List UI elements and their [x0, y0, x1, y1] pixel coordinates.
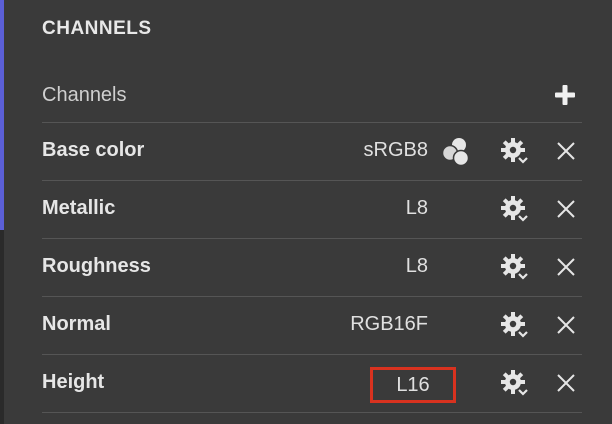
- add-channel-button[interactable]: [550, 80, 580, 110]
- channels-header: Channels: [42, 78, 582, 122]
- channel-format-dropdown[interactable]: L8: [406, 197, 428, 220]
- channel-name: Metallic: [42, 197, 116, 219]
- channel-row-roughness: Roughness L8: [42, 238, 582, 296]
- channel-format-dropdown[interactable]: RGB16F: [350, 313, 428, 336]
- channel-list: Base color sRGB8 Metallic L8 Roughness L…: [42, 122, 582, 413]
- channel-name: Normal: [42, 313, 111, 335]
- channel-row-metallic: Metallic L8: [42, 180, 582, 238]
- gear-icon[interactable]: [500, 369, 530, 399]
- channel-row-normal: Normal RGB16F: [42, 296, 582, 354]
- color-circles-icon[interactable]: [440, 136, 472, 168]
- channel-format-dropdown-highlighted[interactable]: L16: [370, 367, 456, 403]
- gear-icon[interactable]: [500, 253, 530, 283]
- close-icon[interactable]: [554, 139, 578, 163]
- panel-title: CHANNELS: [42, 18, 152, 39]
- gear-icon[interactable]: [500, 137, 530, 167]
- plus-icon: [555, 85, 575, 105]
- channel-row-base-color: Base color sRGB8: [42, 122, 582, 180]
- channels-label: Channels: [42, 84, 127, 106]
- channel-name: Roughness: [42, 255, 151, 277]
- panel-accent-edge: [0, 0, 4, 230]
- channel-name: Height: [42, 371, 105, 393]
- channel-format-dropdown[interactable]: L8: [406, 255, 428, 278]
- channel-format-value: L16: [396, 374, 430, 396]
- close-icon[interactable]: [554, 313, 578, 337]
- close-icon[interactable]: [554, 371, 578, 395]
- close-icon[interactable]: [554, 255, 578, 279]
- panel-left-edge: [0, 230, 4, 424]
- channel-format-dropdown[interactable]: sRGB8: [364, 139, 428, 162]
- channel-row-height: Height L16: [42, 354, 582, 413]
- gear-icon[interactable]: [500, 311, 530, 341]
- close-icon[interactable]: [554, 197, 578, 221]
- gear-icon[interactable]: [500, 195, 530, 225]
- channel-name: Base color: [42, 139, 145, 161]
